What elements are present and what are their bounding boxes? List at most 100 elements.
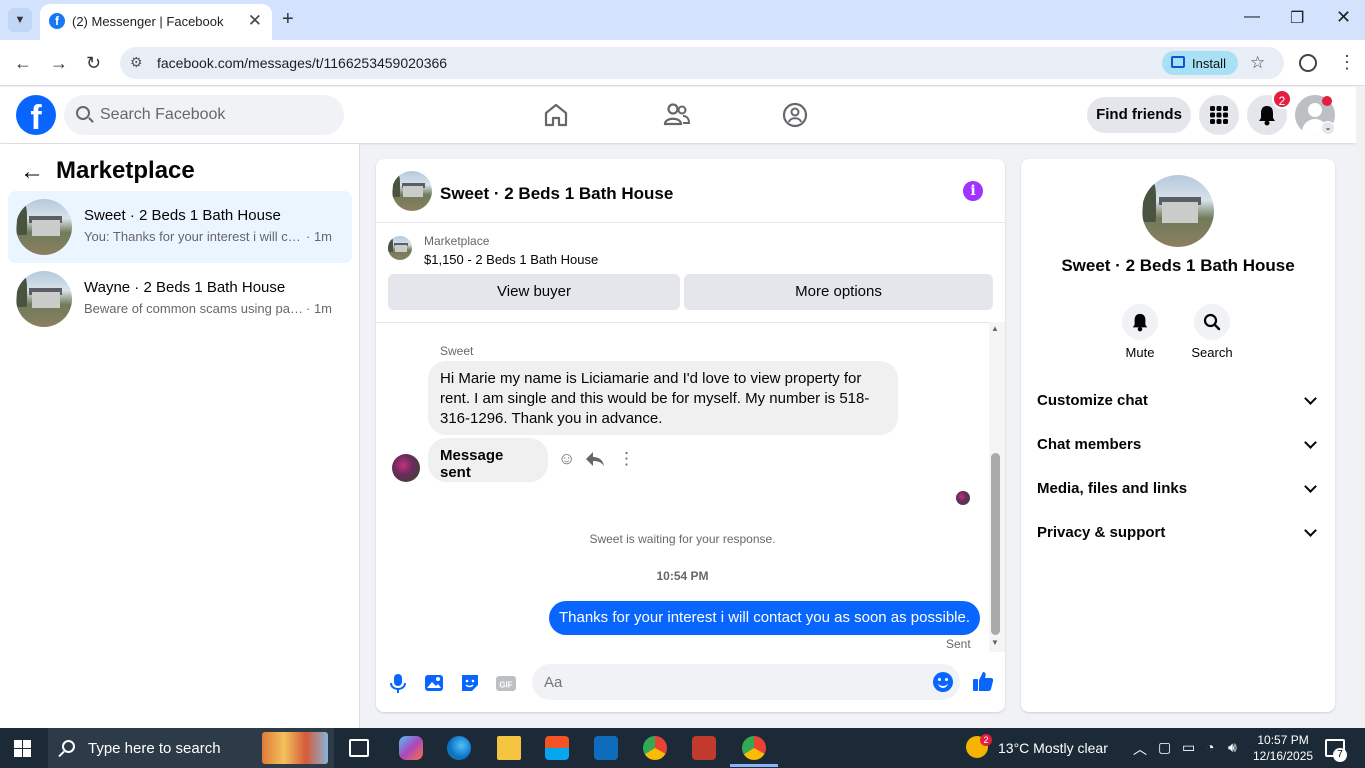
- customize-chat-section[interactable]: Customize chat: [1037, 392, 1321, 416]
- chrome-icon[interactable]: [643, 736, 667, 760]
- grid-menu-icon: [1210, 106, 1228, 124]
- chat-members-section[interactable]: Chat members: [1037, 436, 1321, 460]
- conversation-item[interactable]: Wayne · 2 Beds 1 Bath House Beware of co…: [8, 263, 352, 335]
- edge-icon[interactable]: [447, 736, 471, 760]
- task-view-icon[interactable]: [349, 739, 369, 757]
- bookmark-star-icon[interactable]: ☆: [1250, 53, 1265, 73]
- outgoing-message[interactable]: Thanks for your interest i will contact …: [549, 601, 980, 635]
- browser-profile-icon[interactable]: [1299, 54, 1317, 72]
- site-settings-icon[interactable]: ⚙: [130, 54, 143, 71]
- maximize-icon[interactable]: ❐: [1290, 8, 1304, 28]
- conversation-time: · 1m: [306, 229, 332, 244]
- battery-icon[interactable]: ▭: [1182, 739, 1195, 756]
- listing-thumbnail: [16, 271, 72, 327]
- chat-thumbnail[interactable]: [392, 171, 432, 211]
- listing-price[interactable]: $1,150 - 2 Beds 1 Bath House: [424, 252, 598, 267]
- browser-menu-icon[interactable]: ⋮: [1338, 52, 1356, 73]
- microsoft-store-icon[interactable]: [545, 736, 569, 760]
- clock-date: 12/16/2025: [1253, 749, 1314, 763]
- svg-text:GIF: GIF: [499, 681, 512, 690]
- conversation-name: Sweet · 2 Beds 1 Bath House: [84, 207, 281, 224]
- view-buyer-button[interactable]: View buyer: [388, 274, 680, 310]
- gif-icon[interactable]: GIF: [495, 672, 517, 694]
- facebook-logo-icon[interactable]: f: [16, 95, 56, 135]
- chat-info-title: Sweet · 2 Beds 1 Bath House: [1061, 256, 1295, 275]
- microphone-icon[interactable]: [387, 672, 409, 694]
- react-icon[interactable]: ☺: [558, 449, 575, 469]
- tab-close-icon[interactable]: ✕: [248, 11, 262, 31]
- info-icon[interactable]: i: [963, 181, 983, 201]
- conversation-item[interactable]: Sweet · 2 Beds 1 Bath House You: Thanks …: [8, 191, 352, 263]
- bell-icon: [1132, 313, 1148, 332]
- more-actions-icon[interactable]: ⋮: [618, 449, 635, 469]
- conversation-name: Wayne · 2 Beds 1 Bath House: [84, 279, 286, 296]
- listing-label: Marketplace: [424, 234, 490, 248]
- reload-icon[interactable]: ↻: [86, 53, 101, 74]
- back-arrow-icon[interactable]: ←: [20, 158, 44, 186]
- page-scrollbar[interactable]: [1356, 87, 1365, 728]
- chevron-down-icon: [1304, 436, 1317, 449]
- back-icon[interactable]: ←: [14, 53, 32, 74]
- listing-thumbnail: [388, 236, 412, 260]
- incoming-message[interactable]: Hi Marie my name is Liciamarie and I'd l…: [428, 361, 898, 435]
- message-composer[interactable]: [532, 664, 960, 700]
- chrome-active-icon[interactable]: [730, 736, 778, 767]
- tab-title: (2) Messenger | Facebook: [72, 14, 224, 29]
- waiting-notice: Sweet is waiting for your response.: [589, 532, 776, 546]
- friends-icon[interactable]: [661, 100, 691, 130]
- tab-search-menu-icon[interactable]: ▼: [8, 8, 32, 32]
- sender-name: Sweet: [440, 344, 474, 358]
- message-input[interactable]: [544, 664, 924, 700]
- outlook-icon[interactable]: [594, 736, 618, 760]
- minimize-icon[interactable]: —: [1244, 8, 1260, 26]
- scrollbar-thumb[interactable]: [991, 453, 1000, 635]
- reply-icon[interactable]: [585, 450, 605, 468]
- facebook-search[interactable]: [64, 95, 344, 135]
- find-friends-button[interactable]: Find friends: [1087, 97, 1191, 133]
- sender-avatar[interactable]: [392, 454, 420, 482]
- tray-chevron-up-icon[interactable]: ︿: [1133, 739, 1147, 759]
- copilot-icon[interactable]: [399, 736, 423, 760]
- forward-icon[interactable]: →: [50, 53, 68, 74]
- menu-button[interactable]: [1199, 95, 1239, 135]
- chat-title[interactable]: Sweet · 2 Beds 1 Bath House: [440, 184, 673, 204]
- new-tab-icon[interactable]: +: [282, 8, 294, 31]
- facebook-search-input[interactable]: [100, 95, 330, 135]
- weather-text[interactable]: 13°C Mostly clear: [998, 740, 1108, 756]
- pinned-app-icon[interactable]: [692, 736, 716, 760]
- media-files-links-section[interactable]: Media, files and links: [1037, 480, 1321, 504]
- tray-meet-icon[interactable]: ▢: [1158, 739, 1171, 756]
- browser-tab[interactable]: f (2) Messenger | Facebook ✕: [40, 4, 272, 40]
- sidebar-title: Marketplace: [56, 157, 195, 184]
- more-options-button[interactable]: More options: [684, 274, 993, 310]
- taskbar-clock[interactable]: 10:57 PM 12/16/2025: [1253, 732, 1313, 764]
- notification-center-badge: 7: [1333, 748, 1347, 762]
- sticker-icon[interactable]: [459, 672, 481, 694]
- scroll-up-icon[interactable]: ▲: [991, 324, 999, 333]
- privacy-support-section[interactable]: Privacy & support: [1037, 524, 1321, 548]
- search-highlight-image: [262, 732, 328, 764]
- incoming-message[interactable]: Message sent: [428, 438, 548, 482]
- wifi-icon[interactable]: ◔: [1206, 739, 1214, 755]
- emoji-icon[interactable]: [933, 672, 953, 692]
- windows-start-icon[interactable]: [14, 740, 32, 758]
- chat-profile-thumbnail[interactable]: [1142, 175, 1214, 247]
- photo-icon[interactable]: [423, 672, 445, 694]
- window-close-icon[interactable]: ✕: [1336, 7, 1351, 28]
- omnibox[interactable]: ⚙ facebook.com/messages/t/11662534590203…: [120, 47, 1284, 79]
- sent-status: Sent: [946, 637, 971, 651]
- taskbar-search[interactable]: Type here to search: [48, 728, 334, 768]
- home-icon[interactable]: [541, 100, 571, 130]
- conversation-time: · 1m: [306, 301, 332, 316]
- file-explorer-icon[interactable]: [497, 736, 521, 760]
- groups-icon[interactable]: [780, 100, 810, 130]
- install-app-button[interactable]: Install: [1162, 51, 1238, 75]
- volume-icon[interactable]: 🔊︎: [1228, 739, 1237, 756]
- scroll-down-icon[interactable]: ▼: [991, 638, 999, 647]
- url-text[interactable]: facebook.com/messages/t/1166253459020366: [157, 55, 447, 71]
- search-chat-button[interactable]: [1194, 304, 1230, 340]
- clock-time: 10:57 PM: [1257, 733, 1309, 747]
- mute-button[interactable]: [1122, 304, 1158, 340]
- like-thumb-icon[interactable]: [971, 669, 995, 693]
- chevron-down-icon[interactable]: ⌄: [1321, 121, 1335, 135]
